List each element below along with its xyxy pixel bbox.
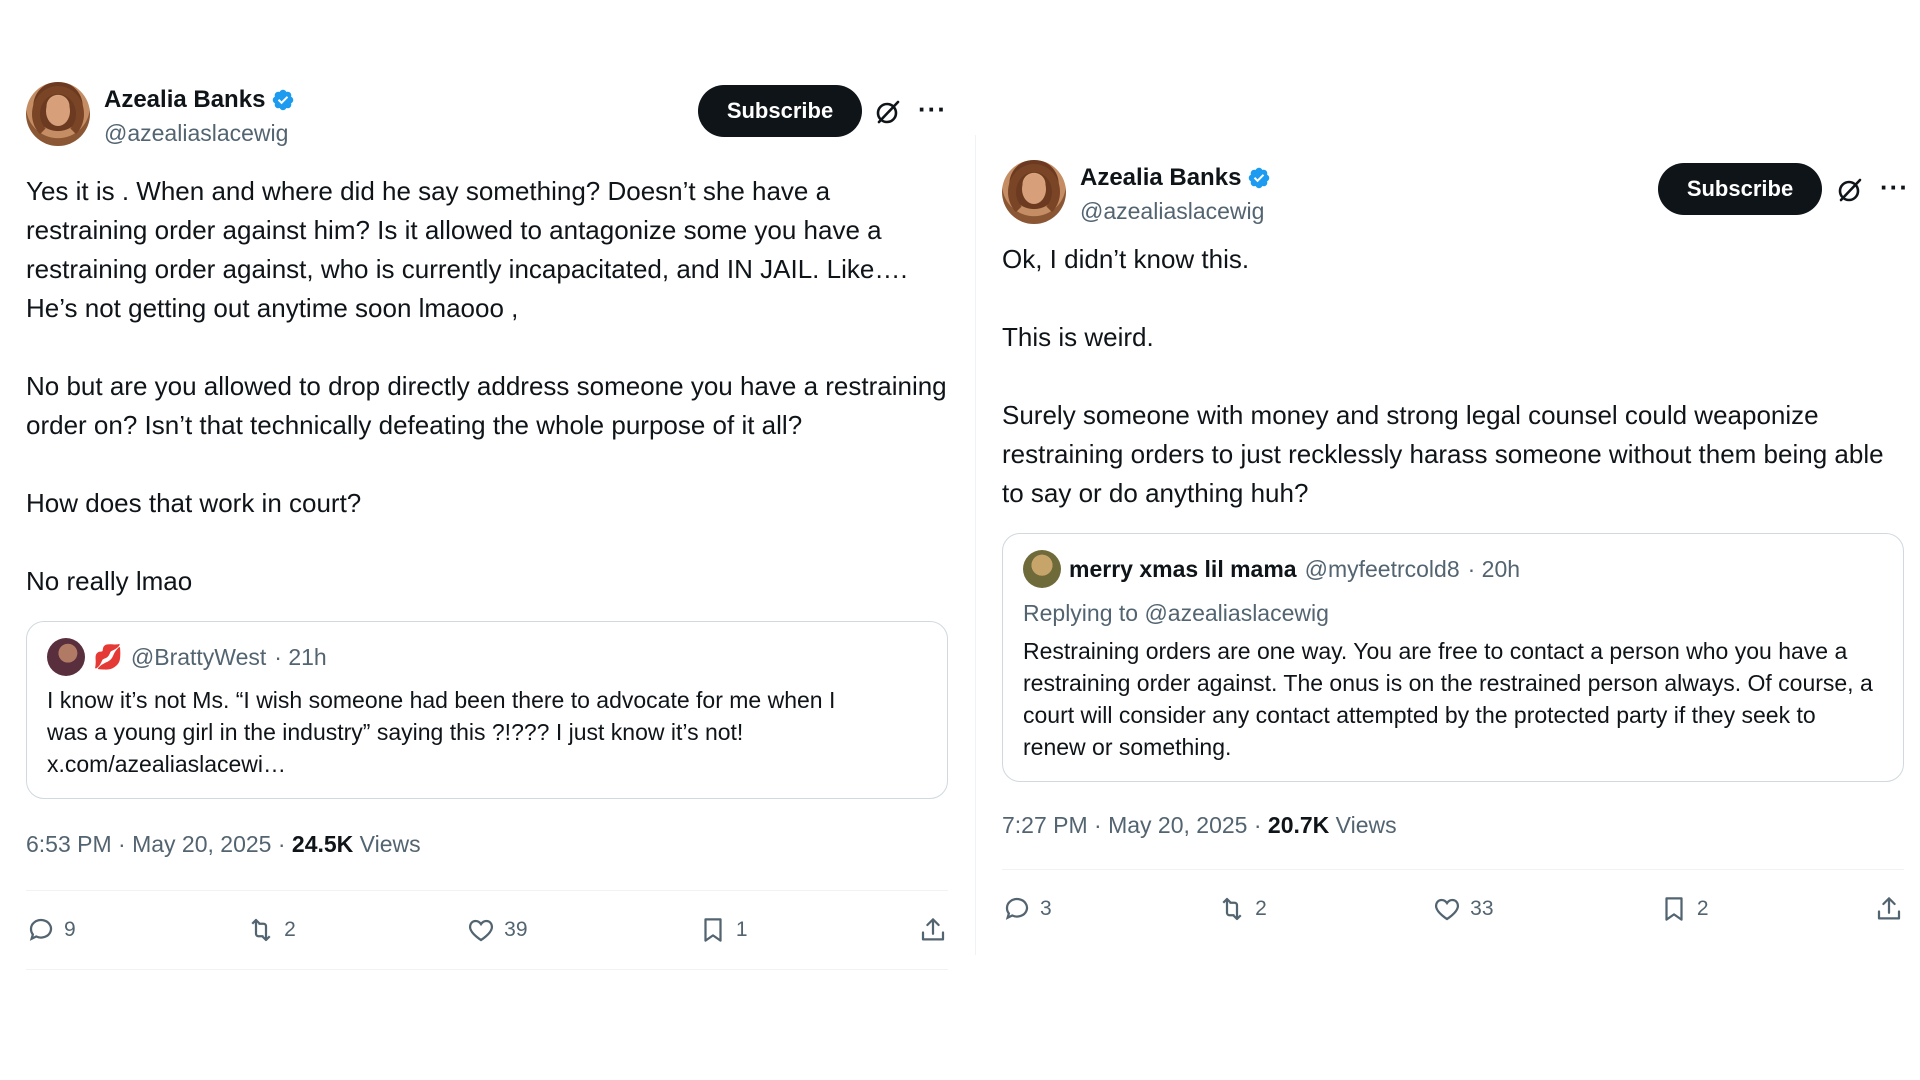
- quoted-text: Restraining orders are one way. You are …: [1023, 638, 1873, 760]
- bookmark-button[interactable]: 2: [1659, 894, 1709, 924]
- views-label: Views: [1335, 812, 1397, 838]
- tweet-header: Azealia Banks @azealiaslacewig Subscribe…: [1002, 160, 1908, 228]
- tweet-paragraph: Yes it is . When and where did he say so…: [26, 176, 908, 323]
- tweet-paragraph: No but are you allowed to drop directly …: [26, 371, 947, 440]
- verified-badge-icon: [273, 89, 294, 111]
- repost-icon: [1222, 897, 1242, 921]
- tweet-header: Azealia Banks @azealiaslacewig Subscribe…: [26, 82, 948, 150]
- quoted-tweet[interactable]: merry xmas lil mama @myfeetrcold8 · 20h …: [1002, 533, 1904, 782]
- avatar[interactable]: [1002, 160, 1066, 224]
- column-divider: [975, 135, 976, 955]
- quoted-tweet[interactable]: 💋 @BrattyWest · 21h I know it’s not Ms. …: [26, 621, 948, 799]
- reply-button[interactable]: 3: [1002, 894, 1052, 924]
- share-button[interactable]: [1874, 894, 1904, 924]
- quoted-text: I know it’s not Ms. “I wish someone had …: [47, 687, 836, 777]
- tweet-paragraph: This is weird.: [1002, 322, 1154, 352]
- reply-count: 9: [64, 918, 76, 941]
- verified-badge-icon: [1249, 167, 1270, 189]
- grok-icon[interactable]: [1836, 176, 1864, 204]
- bookmark-icon: [1665, 897, 1683, 921]
- like-count: 39: [504, 918, 528, 941]
- author-block: Azealia Banks @azealiaslacewig: [1080, 164, 1271, 225]
- quoted-time: · 21h: [274, 643, 327, 670]
- quoted-tweet-header: merry xmas lil mama @myfeetrcold8 · 20h: [1023, 550, 1883, 588]
- quoted-handle: @BrattyWest: [130, 643, 267, 670]
- quoted-handle: @myfeetrcold8: [1304, 555, 1460, 582]
- reply-count: 3: [1040, 897, 1052, 920]
- tweet-card: Azealia Banks @azealiaslacewig Subscribe…: [1002, 160, 1908, 948]
- heart-icon: [469, 919, 494, 942]
- views-count: 20.7K: [1267, 812, 1330, 838]
- quoted-avatar: [47, 638, 85, 676]
- kiss-emoji-icon: 💋: [93, 643, 123, 671]
- divider: [26, 969, 948, 970]
- repost-count: 2: [1255, 897, 1267, 920]
- handle[interactable]: @azealiaslacewig: [104, 120, 295, 147]
- repost-count: 2: [284, 918, 296, 941]
- share-icon: [921, 918, 945, 941]
- repost-button[interactable]: 2: [246, 915, 296, 945]
- subscribe-button[interactable]: Subscribe: [698, 85, 862, 137]
- repost-icon: [251, 918, 271, 942]
- avatar[interactable]: [26, 82, 90, 146]
- tweet-meta: 7:27 PM · May 20, 2025 · 20.7K Views: [1002, 812, 1904, 839]
- quoted-display-name: merry xmas lil mama: [1069, 555, 1297, 582]
- heart-icon: [1435, 898, 1460, 921]
- quoted-tweet-header: 💋 @BrattyWest · 21h: [47, 638, 927, 676]
- reply-button[interactable]: 9: [26, 915, 76, 945]
- tweet-paragraph: No really lmao: [26, 566, 193, 596]
- repost-button[interactable]: 2: [1217, 894, 1267, 924]
- bookmark-count: 2: [1696, 897, 1709, 920]
- more-icon[interactable]: ···: [1880, 174, 1909, 200]
- views-label: Views: [359, 831, 421, 857]
- bookmark-icon: [704, 918, 722, 942]
- tweet-text: Ok, I didn’t know this. This is weird. S…: [1002, 240, 1904, 513]
- bookmark-count: 1: [735, 918, 748, 941]
- handle[interactable]: @azealiaslacewig: [1080, 198, 1271, 225]
- tweet-card: Azealia Banks @azealiaslacewig Subscribe…: [26, 82, 948, 970]
- quoted-avatar: [1023, 550, 1061, 588]
- tweet-meta: 6:53 PM · May 20, 2025 · 24.5K Views: [26, 831, 948, 858]
- share-button[interactable]: [918, 915, 948, 945]
- tweet-paragraph: Ok, I didn’t know this.: [1002, 244, 1250, 274]
- action-bar: 3 2 33 2: [1002, 870, 1904, 948]
- like-count: 33: [1470, 897, 1494, 920]
- views-count: 24.5K: [291, 831, 354, 857]
- author-block: Azealia Banks @azealiaslacewig: [104, 86, 295, 147]
- share-icon: [1877, 897, 1901, 920]
- tweet-paragraph: Surely someone with money and strong leg…: [1002, 400, 1884, 508]
- bookmark-button[interactable]: 1: [698, 915, 748, 945]
- timestamp[interactable]: 6:53 PM · May 20, 2025 ·: [26, 831, 286, 857]
- more-icon[interactable]: ···: [918, 96, 947, 122]
- reply-icon: [29, 918, 53, 941]
- like-button[interactable]: 39: [466, 915, 528, 945]
- replying-to[interactable]: Replying to @azealiaslacewig: [1023, 600, 1883, 627]
- grok-icon[interactable]: [874, 98, 902, 126]
- display-name[interactable]: Azealia Banks: [1080, 164, 1241, 192]
- reply-icon: [1005, 897, 1029, 920]
- timestamp[interactable]: 7:27 PM · May 20, 2025 ·: [1002, 812, 1262, 838]
- tweet-text: Yes it is . When and where did he say so…: [26, 172, 948, 601]
- action-bar: 9 2 39 1: [26, 891, 948, 969]
- like-button[interactable]: 33: [1432, 894, 1494, 924]
- tweet-paragraph: How does that work in court?: [26, 488, 362, 518]
- display-name[interactable]: Azealia Banks: [104, 86, 265, 114]
- quoted-time: · 20h: [1467, 555, 1521, 582]
- subscribe-button[interactable]: Subscribe: [1658, 163, 1822, 215]
